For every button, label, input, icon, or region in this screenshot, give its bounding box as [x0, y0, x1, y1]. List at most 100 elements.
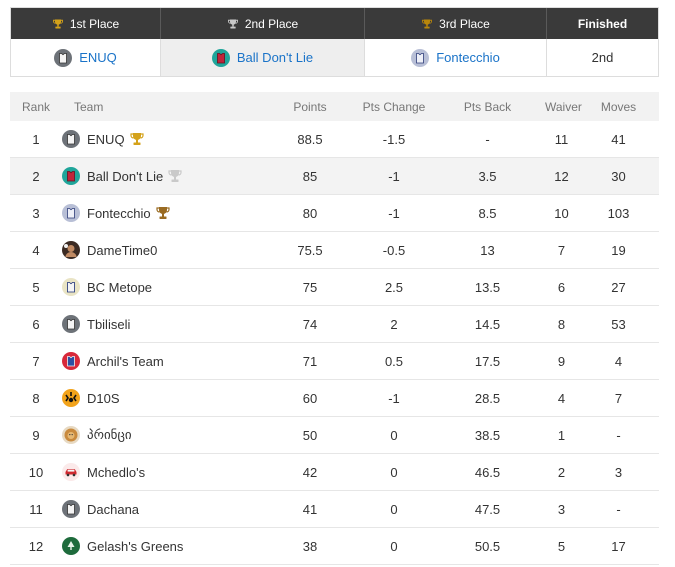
- bronze-trophy-icon: [421, 18, 433, 30]
- podium-header-row: 1st Place 2nd Place 3rd Place Finished: [11, 8, 658, 39]
- table-header-row: Rank Team Points Pts Change Pts Back Wai…: [10, 92, 659, 121]
- standings-table: Rank Team Points Pts Change Pts Back Wai…: [10, 92, 659, 565]
- table-row: 12 Gelash's Greens 38 0 50.5 5 17: [10, 527, 659, 565]
- gold-trophy-icon: [52, 18, 64, 30]
- third-place-team[interactable]: Fontecchio: [365, 39, 547, 76]
- team-name-link[interactable]: პრინცი: [87, 427, 132, 443]
- waiver-cell: 7: [545, 231, 578, 269]
- team-name-link[interactable]: DameTime0: [87, 243, 157, 258]
- team-name-link[interactable]: Fontecchio: [87, 206, 151, 221]
- team-name-link[interactable]: Archil's Team: [87, 354, 164, 369]
- team-wrap: Dachana: [62, 500, 262, 518]
- col-moves[interactable]: Moves: [578, 92, 659, 121]
- lion-logo-icon: [62, 426, 80, 444]
- col-pts-back[interactable]: Pts Back: [430, 92, 545, 121]
- waiver-cell: 2: [545, 453, 578, 491]
- team-name-link[interactable]: Gelash's Greens: [87, 539, 183, 554]
- moves-cell: 3: [578, 453, 659, 491]
- col-rank[interactable]: Rank: [10, 92, 62, 121]
- team-cell: პრინცი: [62, 416, 262, 454]
- first-place-team-link[interactable]: ENUQ: [79, 50, 117, 65]
- rank-cell: 1: [10, 121, 62, 158]
- points-cell: 85: [262, 157, 358, 195]
- pts-change-cell: 2: [358, 305, 430, 343]
- waiver-cell: 6: [545, 268, 578, 306]
- tiger-logo-icon: [62, 389, 80, 407]
- red-car-icon: [62, 463, 80, 481]
- podium-body-row: ENUQ Ball Don't Lie Fontecchio 2nd: [11, 39, 658, 76]
- first-place-team[interactable]: ENUQ: [11, 39, 161, 76]
- rank-cell: 10: [10, 453, 62, 491]
- blue-yellow-jersey-icon: [62, 278, 80, 296]
- moves-cell: -: [578, 416, 659, 454]
- rank-cell: 2: [10, 157, 62, 195]
- points-cell: 80: [262, 194, 358, 232]
- pts-back-cell: 38.5: [430, 416, 545, 454]
- col-team[interactable]: Team: [62, 92, 262, 121]
- moves-cell: 103: [578, 194, 659, 232]
- waiver-cell: 5: [545, 527, 578, 565]
- col-pts-change[interactable]: Pts Change: [358, 92, 430, 121]
- team-name-link[interactable]: ENUQ: [87, 132, 125, 147]
- points-cell: 42: [262, 453, 358, 491]
- team-cell: Gelash's Greens: [62, 527, 262, 565]
- red-blue-jersey-icon: [62, 352, 80, 370]
- second-place-label: 2nd Place: [244, 16, 299, 31]
- moves-cell: 41: [578, 121, 659, 158]
- col-points[interactable]: Points: [262, 92, 358, 121]
- table-row: 7 Archil's Team 71 0.5 17.5 9 4: [10, 342, 659, 380]
- pts-change-cell: 0: [358, 453, 430, 491]
- third-place-label: 3rd Place: [439, 16, 490, 31]
- pts-back-cell: 47.5: [430, 490, 545, 528]
- table-row: 10 Mchedlo's 42 0 46.5 2 3: [10, 453, 659, 491]
- rank-cell: 6: [10, 305, 62, 343]
- table-row: 1 ENUQ 88.5 -1.5-11 41: [10, 121, 659, 158]
- points-cell: 88.5: [262, 121, 358, 158]
- rank-cell: 7: [10, 342, 62, 380]
- pts-back-cell: 13.5: [430, 268, 545, 306]
- pts-back-cell: 17.5: [430, 342, 545, 380]
- silver-trophy-icon: [167, 168, 183, 184]
- player-avatar-icon: [62, 241, 80, 259]
- standings-body: 1 ENUQ 88.5 -1.5-11 41 2 Ball Don't Lie 85 -1 3.5…: [10, 121, 659, 565]
- pts-change-cell: -1.5: [358, 121, 430, 158]
- team-cell: DameTime0: [62, 231, 262, 269]
- pts-change-cell: 0: [358, 490, 430, 528]
- team-name-link[interactable]: Mchedlo's: [87, 465, 145, 480]
- team-cell: Mchedlo's: [62, 453, 262, 491]
- rank-cell: 8: [10, 379, 62, 417]
- waiver-cell: 11: [545, 121, 578, 158]
- team-name-link[interactable]: BC Metope: [87, 280, 152, 295]
- waiver-cell: 12: [545, 157, 578, 195]
- team-name-link[interactable]: Dachana: [87, 502, 139, 517]
- pts-back-cell: 8.5: [430, 194, 545, 232]
- team-wrap: Gelash's Greens: [62, 537, 262, 555]
- table-row: 9 პრინცი 50 0 38.5 1-: [10, 416, 659, 454]
- waiver-cell: 4: [545, 379, 578, 417]
- grey-jersey-icon: [62, 130, 80, 148]
- waiver-cell: 1: [545, 416, 578, 454]
- third-place-team-link[interactable]: Fontecchio: [436, 50, 500, 65]
- team-wrap: Tbiliseli: [62, 315, 262, 333]
- team-cell: Archil's Team: [62, 342, 262, 380]
- team-wrap: Mchedlo's: [62, 463, 262, 481]
- second-place-team-link[interactable]: Ball Don't Lie: [237, 50, 313, 65]
- pts-change-cell: -1: [358, 379, 430, 417]
- team-cell: Dachana: [62, 490, 262, 528]
- second-place-team[interactable]: Ball Don't Lie: [161, 39, 365, 76]
- moves-cell: 27: [578, 268, 659, 306]
- moves-cell: 30: [578, 157, 659, 195]
- team-name-link[interactable]: D10S: [87, 391, 120, 406]
- table-row: 2 Ball Don't Lie 85 -1 3.5 12 30: [10, 157, 659, 195]
- rank-cell: 11: [10, 490, 62, 528]
- third-place-header: 3rd Place: [365, 8, 547, 39]
- waiver-cell: 3: [545, 490, 578, 528]
- rank-cell: 5: [10, 268, 62, 306]
- first-place-header: 1st Place: [11, 8, 161, 39]
- team-name-link[interactable]: Tbiliseli: [87, 317, 130, 332]
- team-wrap: D10S: [62, 389, 262, 407]
- col-waiver[interactable]: Waiver: [545, 92, 582, 121]
- navy-jersey-icon: [62, 204, 80, 222]
- team-name-link[interactable]: Ball Don't Lie: [87, 169, 163, 184]
- pts-change-cell: 0: [358, 416, 430, 454]
